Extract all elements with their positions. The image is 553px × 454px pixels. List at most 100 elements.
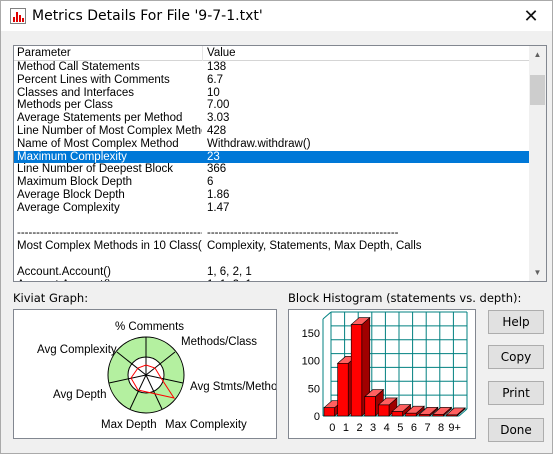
histogram-bar <box>323 407 335 417</box>
close-icon[interactable]: ✕ <box>510 1 552 31</box>
row-parameter: Account.Account() <box>17 265 111 278</box>
column-header-value[interactable]: Value <box>204 46 529 61</box>
x-tick-label: 3 <box>370 422 376 434</box>
table-row[interactable]: Method Call Statements 138 <box>14 61 529 74</box>
table-row[interactable] <box>14 215 529 228</box>
app-icon <box>10 8 26 24</box>
table-row[interactable]: Maximum Block Depth 6 <box>14 176 529 189</box>
x-tick-label: 6 <box>411 422 417 434</box>
row-parameter: Method Call Statements <box>17 61 140 73</box>
kiviat-axis-label: % Comments <box>115 321 184 333</box>
table-row[interactable]: Average Statements per Method 3.03 <box>14 112 529 125</box>
title-bar: Metrics Details For File '9-7-1.txt' ✕ <box>1 1 552 31</box>
row-parameter: Percent Lines with Comments <box>17 73 170 86</box>
x-tick-label: 4 <box>384 422 390 434</box>
histogram-bar <box>364 396 376 417</box>
metrics-list[interactable]: Parameter Value Method Call Statements 13… <box>13 45 547 282</box>
x-tick-label: 2 <box>356 422 362 434</box>
row-parameter: Name of Most Complex Method <box>17 137 179 150</box>
x-tick-label: 0 <box>329 422 335 434</box>
done-button[interactable]: Done <box>488 418 544 442</box>
histogram-bar <box>405 412 417 417</box>
row-value: 1, 1, 2, 1 <box>207 279 527 281</box>
y-tick-label: 150 <box>302 328 320 340</box>
histogram-bar <box>418 414 431 417</box>
table-row[interactable]: Line Number of Deepest Block 366 <box>14 163 529 176</box>
histogram-bar <box>432 414 444 417</box>
row-value: 6.7 <box>207 73 223 86</box>
kiviat-axis-label: Avg Depth <box>53 389 107 401</box>
row-value: 23 <box>207 150 220 163</box>
kiviat-axis-label: Max Complexity <box>165 419 247 431</box>
row-parameter: Line Number of Most Complex Method <box>17 124 202 137</box>
row-value: 1.86 <box>207 188 230 201</box>
row-value: 10 <box>207 86 220 99</box>
table-row[interactable]: Most Complex Methods in 10 Class(es): Com… <box>14 240 529 253</box>
y-tick-label: 0 <box>314 411 320 423</box>
histogram-bar <box>350 324 363 417</box>
table-row[interactable]: Account.Account() 1, 1, 2, 1 <box>14 279 529 281</box>
table-row[interactable]: Name of Most Complex Method Withdraw.with… <box>14 138 529 151</box>
histogram-bar <box>446 414 458 417</box>
kiviat-axis-label: Avg Complexity <box>37 344 117 356</box>
row-parameter: Account.Account() <box>17 279 202 281</box>
histogram-label: Block Histogram (statements vs. depth): <box>288 291 522 305</box>
row-value: 1.47 <box>207 201 230 214</box>
row-value: 3.03 <box>207 112 230 125</box>
row-parameter: Average Complexity <box>17 201 120 214</box>
x-tick-label: 5 <box>397 422 403 434</box>
y-tick-label: 100 <box>302 356 320 368</box>
list-header: Parameter Value <box>14 46 529 61</box>
row-value: 7.00 <box>207 99 230 112</box>
histogram-bar <box>337 363 349 417</box>
row-parameter: Average Statements per Method <box>17 112 183 125</box>
row-parameter: Maximum Block Depth <box>17 176 133 189</box>
x-tick-label: 7 <box>424 422 430 434</box>
table-row[interactable]: Methods per Class 7.00 <box>14 99 529 112</box>
row-parameter: Most Complex Methods in 10 Class(es): <box>17 240 202 253</box>
row-value: ----------------------------------------… <box>207 227 399 240</box>
table-row[interactable]: Average Block Depth 1.86 <box>14 189 529 202</box>
kiviat-label: Kiviat Graph: <box>13 291 89 305</box>
block-histogram: 150 100 50 0 0 1 2 3 4 5 6 7 8 9+ <box>288 309 476 439</box>
copy-button[interactable]: Copy <box>488 345 544 369</box>
window-title: Metrics Details For File '9-7-1.txt' <box>32 8 263 24</box>
scroll-thumb[interactable] <box>530 75 545 105</box>
kiviat-graph: % Comments Methods/Class Avg Stmts/Metho… <box>13 309 284 439</box>
table-row[interactable]: ----------------------------------------… <box>14 227 529 240</box>
row-parameter: Methods per Class <box>17 99 113 112</box>
row-parameter: Maximum Complexity <box>17 150 127 163</box>
table-row[interactable]: Line Number of Most Complex Method 428 <box>14 125 529 138</box>
table-row[interactable] <box>14 253 529 266</box>
row-value: Complexity, Statements, Max Depth, Calls <box>207 240 422 253</box>
print-button[interactable]: Print <box>488 381 544 405</box>
x-tick-label: 1 <box>343 422 349 434</box>
scroll-down-icon[interactable]: ▼ <box>529 264 546 281</box>
row-value: 428 <box>207 124 227 137</box>
table-row[interactable]: Classes and Interfaces 10 <box>14 87 529 100</box>
column-header-parameter[interactable]: Parameter <box>14 46 203 61</box>
help-button[interactable]: Help <box>488 310 544 334</box>
vertical-scrollbar[interactable]: ▲ ▼ <box>529 46 546 281</box>
scroll-up-icon[interactable]: ▲ <box>529 46 546 63</box>
row-value: 1, 6, 2, 1 <box>207 265 252 278</box>
row-parameter: Classes and Interfaces <box>17 86 134 99</box>
x-tick-label: 8 <box>438 422 444 434</box>
row-parameter: Line Number of Deepest Block <box>17 163 173 176</box>
table-row[interactable]: Percent Lines with Comments 6.7 <box>14 74 529 87</box>
row-parameter: Average Block Depth <box>17 188 125 201</box>
table-row[interactable]: Maximum Complexity 23 <box>14 150 529 164</box>
table-row[interactable]: Average Complexity 1.47 <box>14 202 529 215</box>
table-row[interactable]: Account.Account() 1, 6, 2, 1 <box>14 266 529 279</box>
row-parameter: ----------------------------------------… <box>17 227 202 240</box>
row-value: Withdraw.withdraw() <box>207 137 311 150</box>
kiviat-axis-label: Max Depth <box>101 419 157 431</box>
list-rows: Method Call Statements 138 Percent Lines w… <box>14 61 529 281</box>
metrics-dialog: Metrics Details For File '9-7-1.txt' ✕ P… <box>0 0 553 454</box>
kiviat-axis-label: Methods/Class <box>181 336 257 348</box>
row-value: 138 <box>207 61 227 73</box>
y-tick-label: 50 <box>308 383 320 395</box>
row-value: 6 <box>207 176 214 189</box>
x-tick-label: 9+ <box>448 422 461 434</box>
histogram-bar <box>391 411 403 417</box>
